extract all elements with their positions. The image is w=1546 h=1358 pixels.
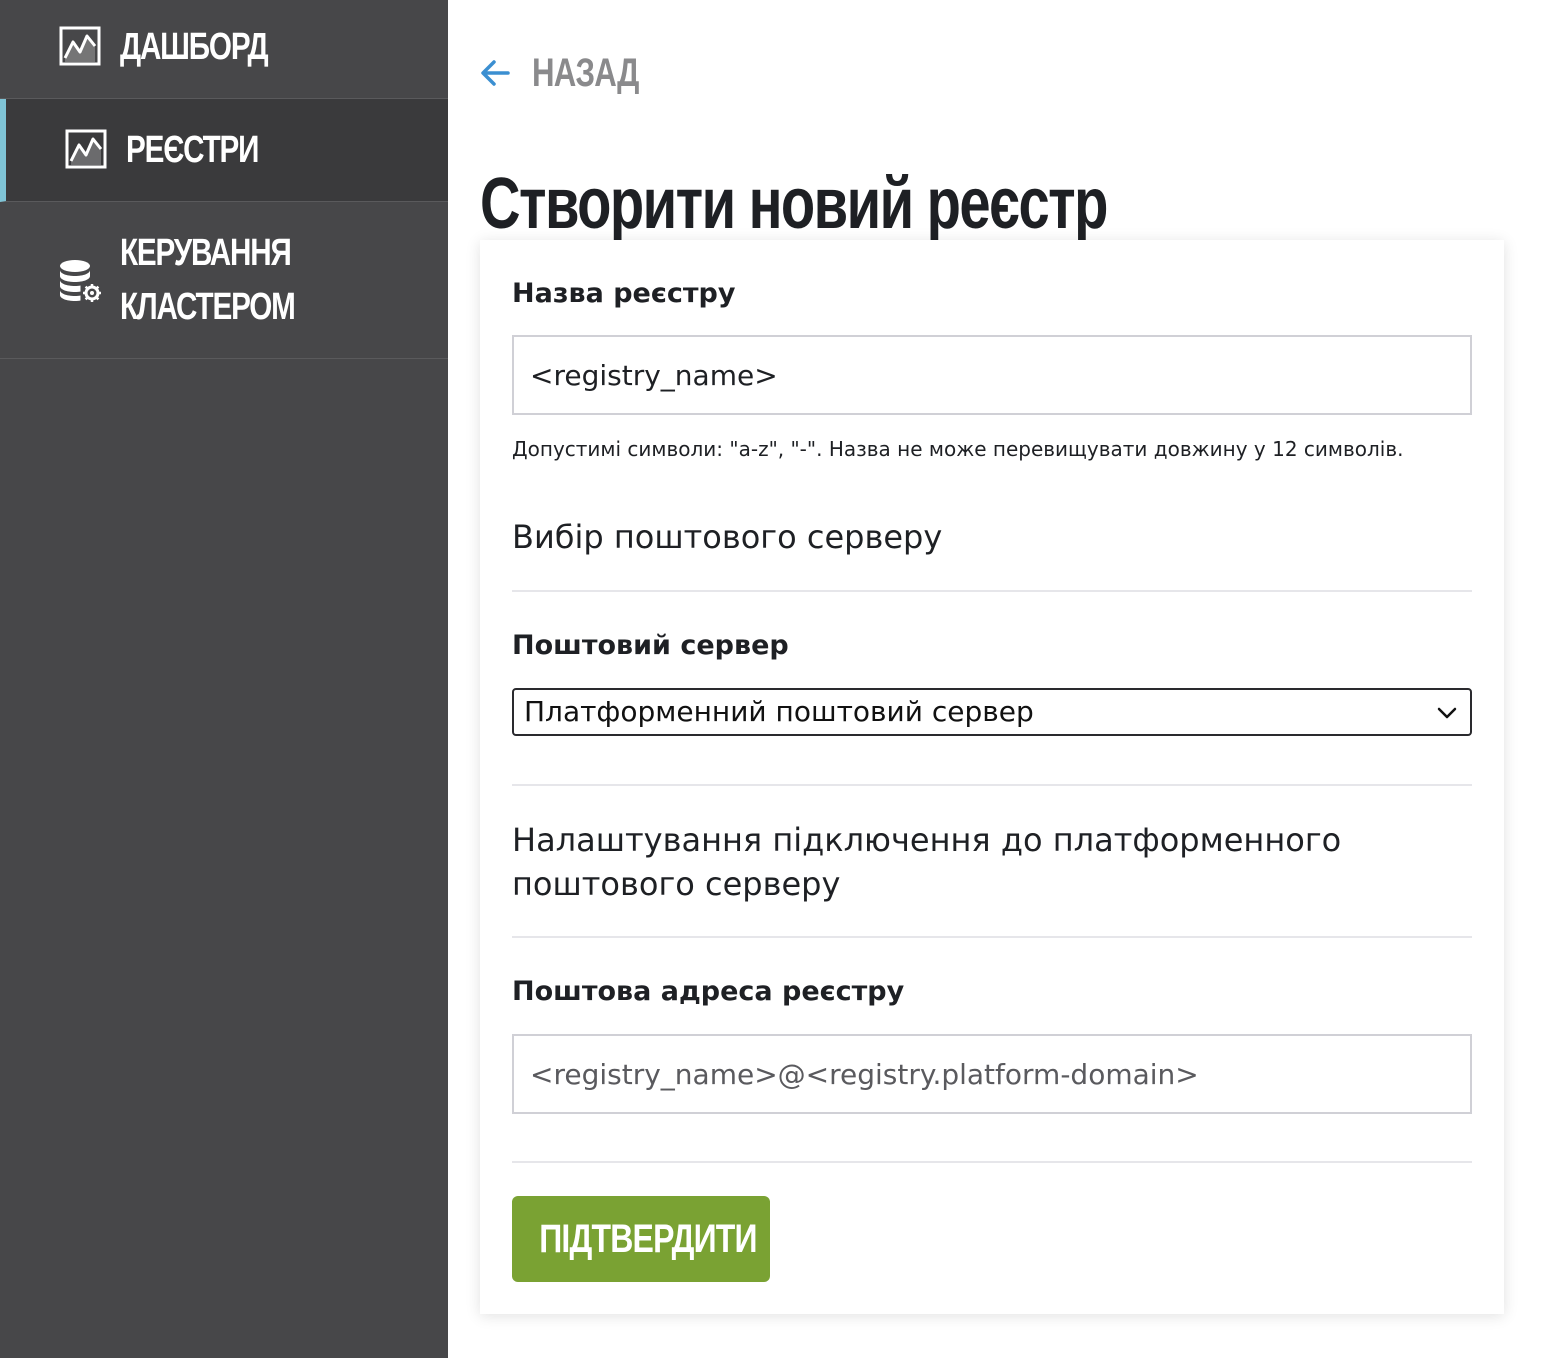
registry-email-input[interactable] [512, 1034, 1472, 1114]
registry-name-hint: Допустимі символи: "a-z", "-". Назва не … [512, 437, 1404, 461]
sidebar-item-label: РЕЄСТРИ [126, 129, 259, 171]
back-link[interactable]: НАЗАД [478, 46, 669, 100]
connection-section-title: Налаштування підключення до платформенно… [512, 821, 1342, 903]
divider [512, 784, 1472, 786]
mail-server-selected-value: Платформенний поштовий сервер [524, 695, 1034, 728]
divider [512, 936, 1472, 938]
registry-name-input[interactable] [512, 335, 1472, 415]
chevron-down-icon [1437, 707, 1457, 719]
arrow-left-icon [481, 60, 510, 86]
app-root: ДАШБОРД РЕЄСТРИ КЕРУВАННЯ КЛАСТЕРОМ НАЗА… [0, 0, 1546, 1358]
sidebar-item-label: КЕРУВАННЯ КЛАСТЕРОМ [120, 232, 296, 328]
chart-icon [59, 26, 101, 66]
sidebar-item-label: ДАШБОРД [120, 26, 269, 68]
database-settings-icon [60, 260, 101, 302]
mail-server-section-title: Вибір поштового серверу [512, 518, 943, 556]
divider [512, 590, 1472, 592]
registry-email-label: Поштова адреса реєстру [512, 976, 905, 1007]
sidebar-item-cluster-management[interactable]: КЕРУВАННЯ КЛАСТЕРОМ [0, 202, 448, 359]
divider [512, 1161, 1472, 1163]
confirm-button[interactable]: ПІДТВЕРДИТИ [512, 1196, 770, 1282]
sidebar: ДАШБОРД РЕЄСТРИ КЕРУВАННЯ КЛАСТЕРОМ [0, 0, 448, 1358]
mail-server-select[interactable]: Платформенний поштовий сервер [512, 688, 1472, 736]
sidebar-item-dashboard[interactable]: ДАШБОРД [0, 0, 448, 99]
confirm-button-label: ПІДТВЕРДИТИ [539, 1216, 757, 1261]
page-title: Створити новий реєстр [480, 164, 1108, 244]
registry-name-label: Назва реєстру [512, 278, 736, 309]
mail-server-label: Поштовий сервер [512, 630, 789, 661]
create-registry-form: Назва реєстру Допустимі символи: "a-z", … [480, 240, 1504, 1314]
chart-icon [65, 129, 107, 169]
sidebar-item-registries[interactable]: РЕЄСТРИ [0, 99, 448, 202]
back-label: НАЗАД [532, 50, 639, 95]
